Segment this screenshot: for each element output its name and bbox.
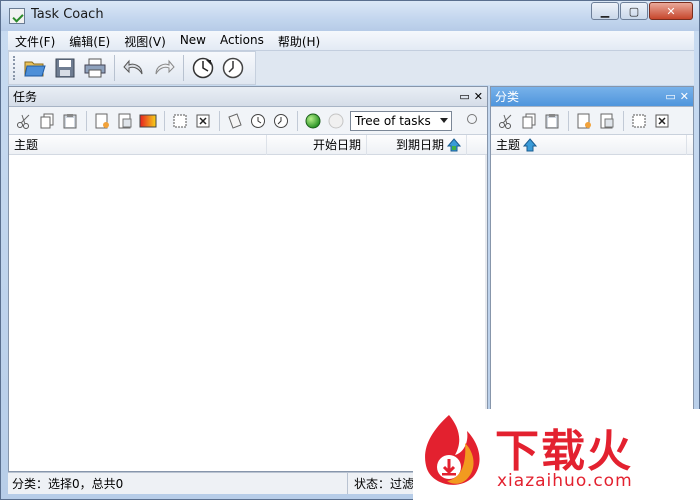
start-tracking-icon[interactable] xyxy=(190,55,216,81)
save-icon[interactable] xyxy=(52,55,78,81)
panel-restore-icon[interactable]: ▭ xyxy=(459,90,469,103)
maximize-button[interactable]: ▢ xyxy=(620,2,648,20)
sort-ascending-icon xyxy=(447,137,461,151)
open-icon[interactable] xyxy=(22,55,48,81)
cut-icon[interactable] xyxy=(495,110,517,132)
menu-edit[interactable]: 编辑(E) xyxy=(62,31,117,50)
menu-new[interactable]: New xyxy=(173,31,213,50)
toolbar-separator xyxy=(568,110,569,131)
delete-icon[interactable] xyxy=(192,110,214,132)
new-subcategory-icon[interactable] xyxy=(596,110,618,132)
toolbar-separator xyxy=(297,110,298,131)
watermark-brand-en: xiazaihuo.com xyxy=(497,471,633,491)
toolbar-separator xyxy=(86,110,87,131)
toolbar-grip[interactable] xyxy=(13,56,16,80)
panel-restore-icon[interactable]: ▭ xyxy=(665,90,675,103)
menu-bar: 文件(F) 编辑(E) 视图(V) New Actions 帮助(H) xyxy=(8,31,694,51)
window-title: Task Coach xyxy=(31,7,104,22)
clock-icon[interactable] xyxy=(247,110,269,132)
panel-close-icon[interactable]: ✕ xyxy=(474,90,483,103)
status-selection: 分类：选择0，总共0 xyxy=(8,473,348,494)
menu-view[interactable]: 视图(V) xyxy=(117,31,173,50)
sort-ascending-icon xyxy=(523,137,538,151)
flame-logo-icon xyxy=(425,415,480,485)
column-subject[interactable]: 主题 xyxy=(9,134,267,155)
toolbar-empty-area xyxy=(256,51,694,85)
delete-icon[interactable] xyxy=(651,110,673,132)
view-mode-value: Tree of tasks xyxy=(355,113,431,128)
tasks-panel-title: 任务 xyxy=(13,90,38,104)
print-icon[interactable] xyxy=(82,55,108,81)
tasks-column-header: 主题 开始日期 到期日期 xyxy=(9,134,487,155)
close-button[interactable]: ✕ xyxy=(649,2,693,20)
tasks-toolbar: Tree of tasks xyxy=(9,107,487,135)
column-category-subject[interactable]: 主题 xyxy=(491,134,687,155)
expand-all-icon[interactable] xyxy=(628,110,650,132)
copy-icon[interactable] xyxy=(518,110,540,132)
copy-icon[interactable] xyxy=(36,110,58,132)
effort-clock-icon[interactable] xyxy=(270,110,292,132)
new-subtask-icon[interactable] xyxy=(114,110,136,132)
menu-actions[interactable]: Actions xyxy=(213,31,271,50)
stop-tracking-icon[interactable] xyxy=(220,55,246,81)
toolbar-separator xyxy=(183,55,184,81)
main-toolbar xyxy=(8,51,256,85)
toolbar-separator xyxy=(164,110,165,131)
undo-icon[interactable] xyxy=(121,55,147,81)
search-icon[interactable] xyxy=(460,110,482,132)
column-start-date[interactable]: 开始日期 xyxy=(267,134,367,155)
toolbar-separator xyxy=(114,55,115,81)
title-bar[interactable]: Task Coach ▁ ▢ ✕ xyxy=(1,1,699,31)
new-task-icon[interactable] xyxy=(91,110,113,132)
chevron-down-icon xyxy=(440,117,448,123)
vertical-scrollbar-track[interactable] xyxy=(485,155,487,447)
watermark-brand-cn: 下载火 xyxy=(495,426,633,477)
categories-panel-header[interactable]: 分类 ▭ ✕ xyxy=(491,87,693,107)
minimize-button[interactable]: ▁ xyxy=(591,2,619,20)
watermark-logo: 下载火 xiazaihuo.com xyxy=(413,409,700,500)
mark-completed-icon[interactable] xyxy=(302,110,324,132)
status-filter: 状态：过滤 xyxy=(354,477,415,491)
app-icon xyxy=(9,8,25,24)
categories-list[interactable] xyxy=(491,155,693,447)
categories-toolbar xyxy=(491,107,693,135)
menu-file[interactable]: 文件(F) xyxy=(8,31,62,50)
new-category-icon[interactable] xyxy=(573,110,595,132)
mark-uncompleted-icon[interactable] xyxy=(325,110,347,132)
column-due-date[interactable]: 到期日期 xyxy=(367,134,467,155)
toolbar-separator xyxy=(623,110,624,131)
tasks-list[interactable] xyxy=(9,155,487,447)
color-icon[interactable] xyxy=(137,110,159,132)
redo-icon[interactable] xyxy=(151,55,177,81)
menu-help[interactable]: 帮助(H) xyxy=(271,31,327,50)
app-window: Task Coach ▁ ▢ ✕ 文件(F) 编辑(E) 视图(V) New A… xyxy=(0,0,700,500)
panel-close-icon[interactable]: ✕ xyxy=(680,90,689,103)
note-icon[interactable] xyxy=(224,110,246,132)
tasks-panel-header[interactable]: 任务 ▭ ✕ xyxy=(9,87,487,107)
paste-icon[interactable] xyxy=(541,110,563,132)
toolbar-separator xyxy=(219,110,220,131)
categories-column-header: 主题 xyxy=(491,134,693,155)
paste-icon[interactable] xyxy=(59,110,81,132)
cut-icon[interactable] xyxy=(13,110,35,132)
view-mode-select[interactable]: Tree of tasks xyxy=(350,110,452,131)
expand-all-icon[interactable] xyxy=(169,110,191,132)
categories-panel-title: 分类 xyxy=(495,90,520,104)
